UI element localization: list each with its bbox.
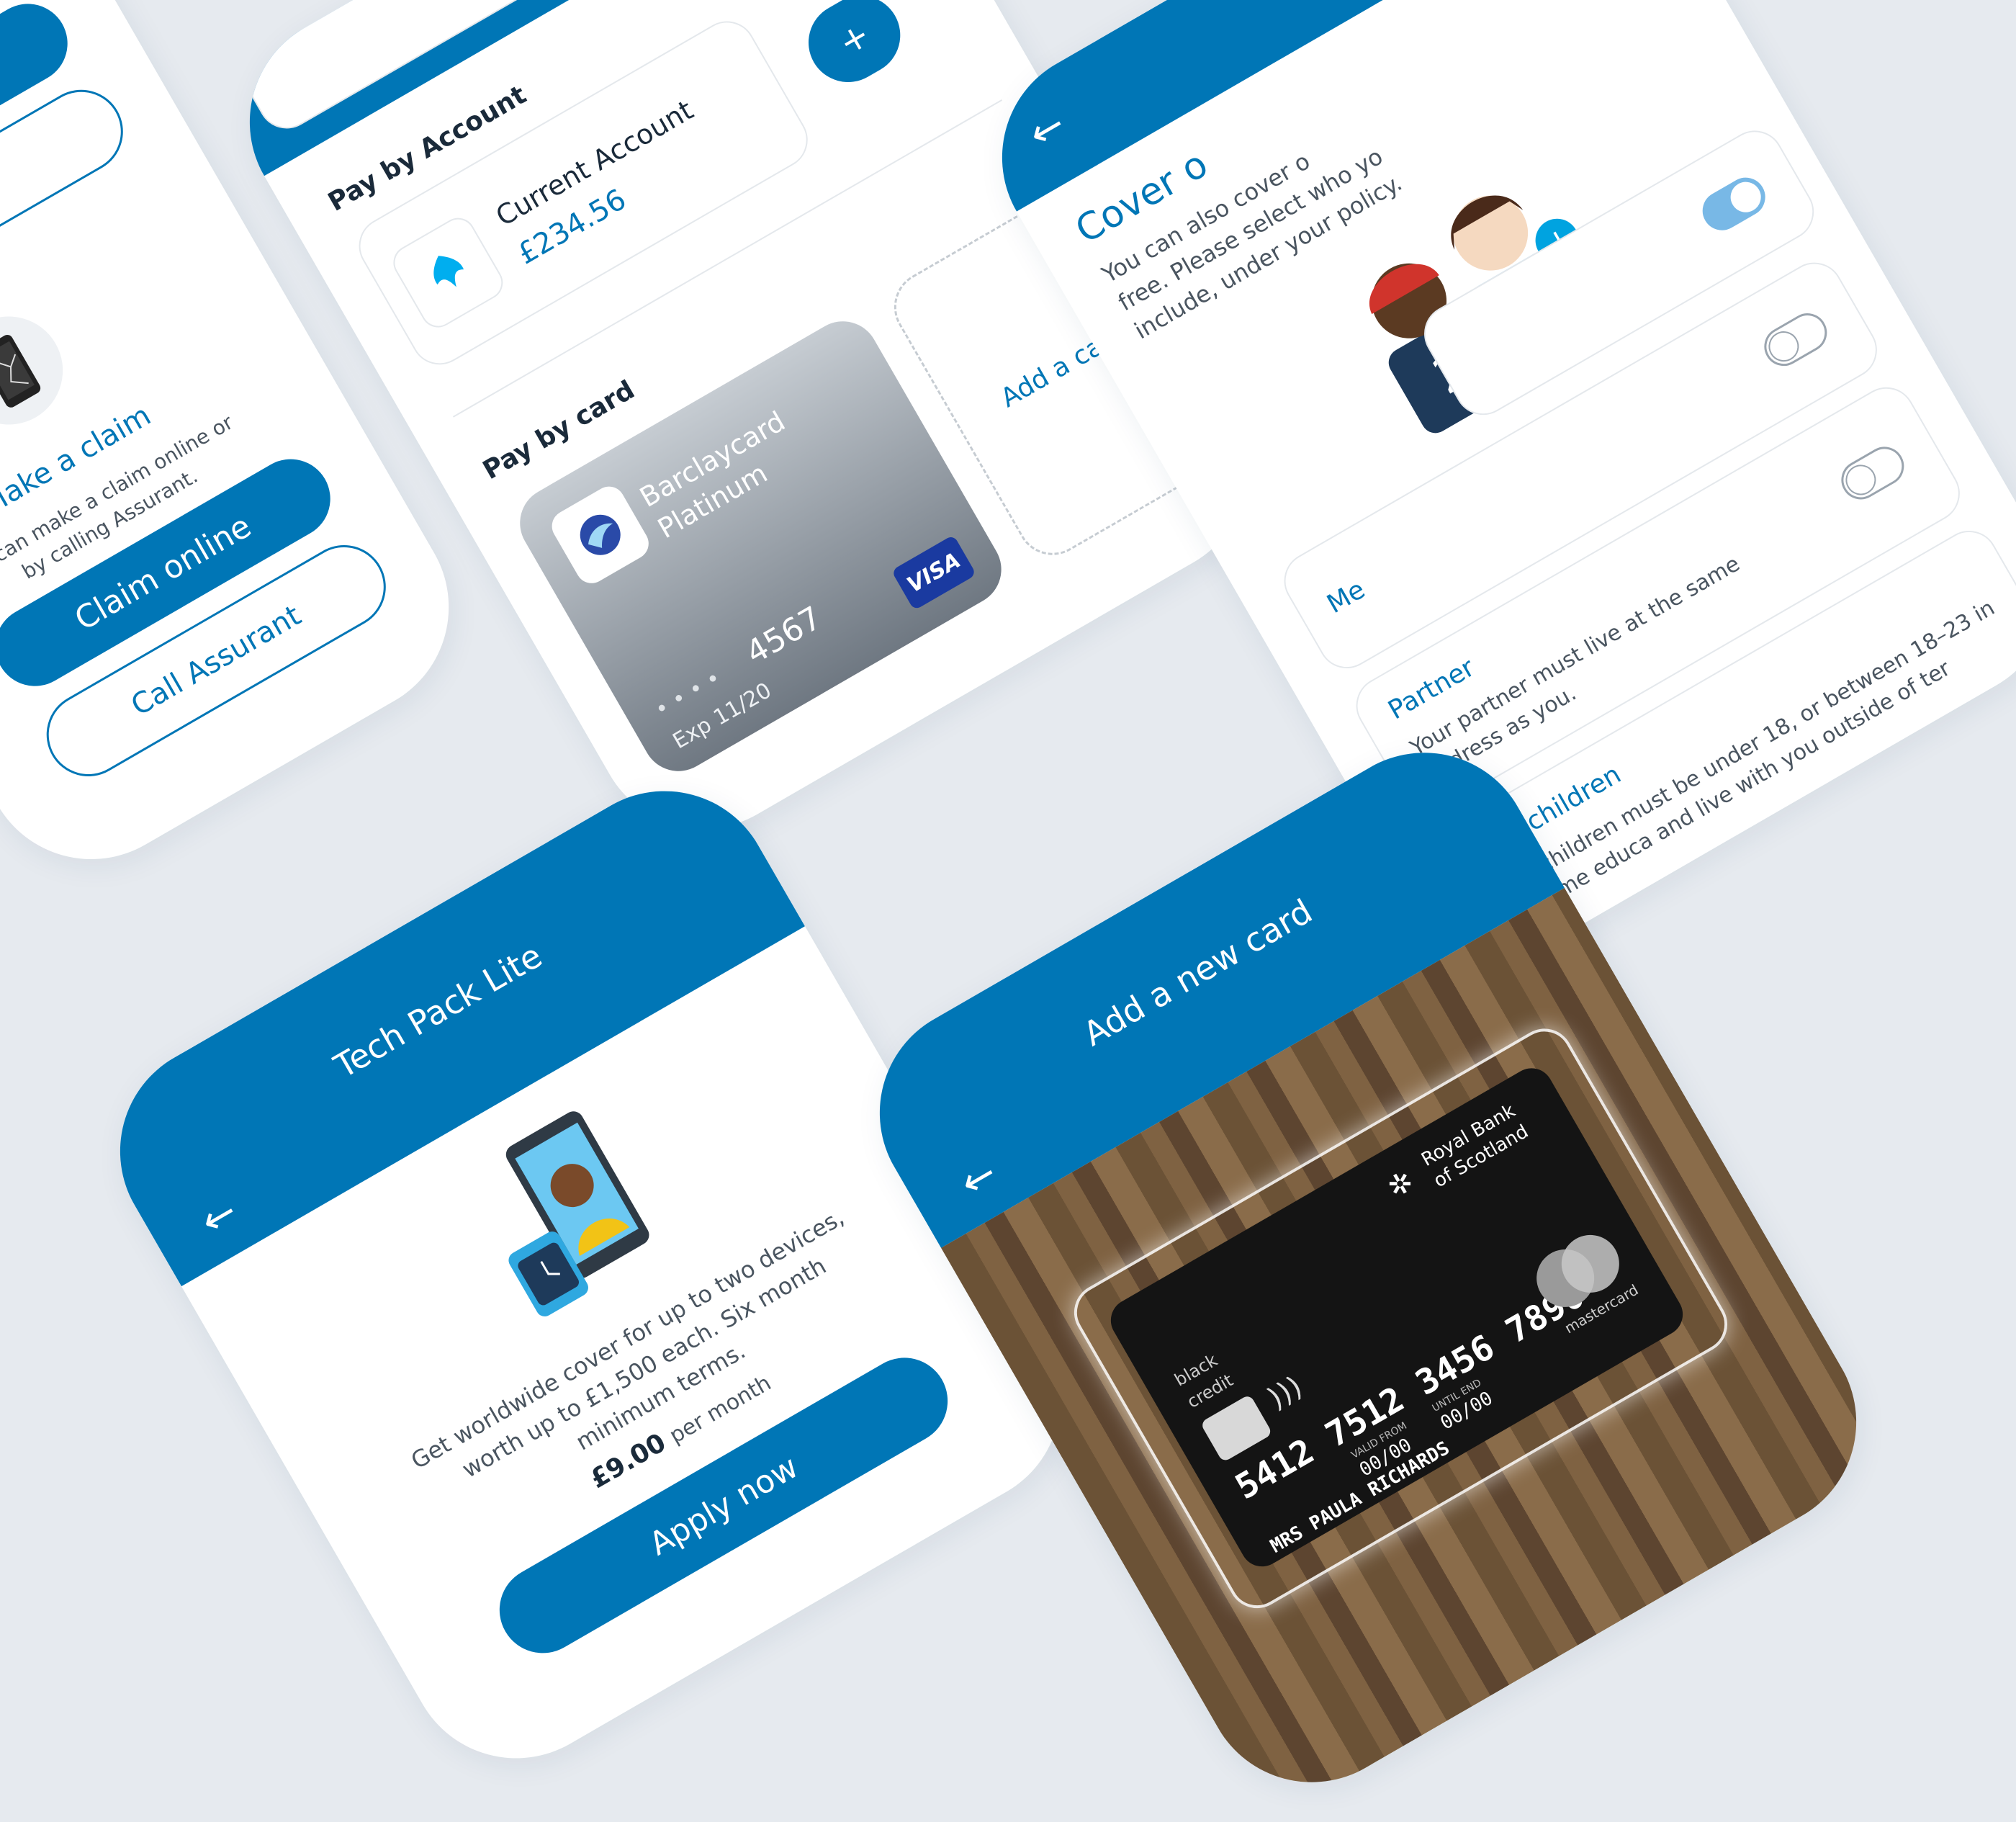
broken-phone-icon <box>0 297 83 444</box>
techpack-title: Tech Pack Lite <box>328 935 549 1086</box>
chip-icon <box>1200 1394 1273 1463</box>
back-arrow-icon[interactable]: ← <box>193 1188 246 1246</box>
contactless-icon: ))) <box>1262 1370 1308 1416</box>
add-card-screen: ← Add a new card ✲ Royal Bank of Scotlan… <box>840 713 1896 1822</box>
back-arrow-icon[interactable]: ← <box>1021 101 1074 158</box>
top-outline-button[interactable] <box>0 74 139 336</box>
header-bar: ← Tech Pack Lite <box>80 751 806 1287</box>
toggle-partner[interactable] <box>1834 439 1912 507</box>
eagle-logo-icon <box>387 211 510 334</box>
add-account-button[interactable]: + <box>793 0 915 97</box>
rbs-logo-icon: ✲ <box>1382 1164 1420 1206</box>
option-me-label: Me <box>1322 575 1370 620</box>
techpack-screen: ← Tech Pack Lite Get worldwide cover for… <box>80 751 1101 1798</box>
toggle-top[interactable] <box>1695 170 1773 238</box>
barclaycard-logo-icon <box>546 480 654 589</box>
devices-illustration <box>433 1081 688 1337</box>
card-last4: 4567 <box>739 599 828 672</box>
toggle-me[interactable] <box>1757 306 1835 373</box>
back-arrow-icon[interactable]: ← <box>953 1149 1005 1207</box>
visa-badge: VISA <box>891 534 977 611</box>
